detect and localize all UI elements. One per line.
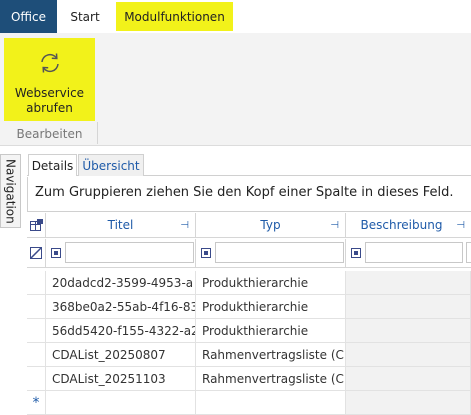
filter-row-clear[interactable] — [27, 239, 46, 268]
filter-cell-titel[interactable] — [46, 239, 196, 268]
new-row-cell-titel[interactable] — [46, 391, 196, 415]
navigation-pane-tab[interactable]: Navigation — [0, 154, 21, 228]
column-header-titel[interactable]: Titel ⊣ — [46, 213, 196, 238]
filter-input-next[interactable] — [466, 242, 471, 263]
cell-typ[interactable]: Rahmenvertragsliste (C — [196, 367, 346, 391]
column-chooser-button[interactable] — [27, 213, 46, 238]
tab-start[interactable]: Start — [57, 0, 113, 33]
new-row-indicator[interactable]: * — [27, 391, 46, 415]
column-header-typ[interactable]: Typ ⊣ — [196, 213, 346, 238]
row-indicator[interactable] — [27, 319, 46, 343]
filter-operator-icon[interactable] — [51, 248, 61, 258]
filter-input-beschreibung[interactable] — [365, 242, 463, 263]
tab-office[interactable]: Office — [0, 0, 57, 33]
webservice-button-label: Webservice abrufen — [14, 86, 85, 115]
cell-typ[interactable]: Produkthierarchie — [196, 271, 346, 295]
row-indicator[interactable] — [27, 367, 46, 391]
cell-titel[interactable]: 56dd5420-f155-4322-a2 — [46, 319, 196, 343]
cell-titel[interactable]: 368be0a2-55ab-4f16-83 — [46, 295, 196, 319]
filter-input-typ[interactable] — [215, 242, 344, 263]
tab-uebersicht[interactable]: Übersicht — [78, 154, 144, 176]
tab-details[interactable]: Details — [28, 154, 77, 176]
clear-filter-icon — [30, 247, 42, 259]
navigation-label: Navigation — [3, 158, 18, 224]
row-indicator[interactable] — [27, 271, 46, 295]
cell-beschreibung[interactable] — [346, 271, 471, 295]
cell-titel[interactable]: 20dadcd2-3599-4953-a — [46, 271, 196, 295]
column-header-beschreibung[interactable]: Beschreibung ⊣ — [346, 213, 471, 238]
column-chooser-icon — [29, 219, 43, 231]
pin-icon[interactable]: ⊣ — [330, 220, 339, 231]
pin-icon[interactable]: ⊣ — [456, 220, 465, 231]
ribbon-group-divider — [97, 122, 98, 144]
group-by-hint: Zum Gruppieren ziehen Sie den Kopf einer… — [35, 185, 454, 200]
cell-typ[interactable]: Produkthierarchie — [196, 319, 346, 343]
new-row-cell-typ[interactable] — [196, 391, 346, 415]
filter-cell-beschreibung[interactable] — [346, 239, 471, 268]
cell-typ[interactable]: Rahmenvertragsliste (C — [196, 343, 346, 367]
filter-operator-icon[interactable] — [351, 248, 361, 258]
column-header-beschreibung-label: Beschreibung — [360, 218, 443, 232]
column-header-typ-label: Typ — [260, 218, 281, 232]
cell-titel[interactable]: CDAList_20251103 — [46, 367, 196, 391]
filter-cell-typ[interactable] — [196, 239, 346, 268]
refresh-icon — [40, 53, 59, 73]
cell-beschreibung[interactable] — [346, 319, 471, 343]
row-indicator[interactable] — [27, 343, 46, 367]
row-indicator[interactable] — [27, 295, 46, 319]
cell-typ[interactable]: Produkthierarchie — [196, 295, 346, 319]
cell-beschreibung[interactable] — [346, 343, 471, 367]
cell-beschreibung[interactable] — [346, 295, 471, 319]
filter-operator-icon[interactable] — [201, 248, 211, 258]
cell-titel[interactable]: CDAList_20250807 — [46, 343, 196, 367]
filter-input-titel[interactable] — [65, 242, 194, 263]
tab-modulfunktionen[interactable]: Modulfunktionen — [116, 2, 233, 31]
column-header-titel-label: Titel — [107, 218, 134, 232]
cell-beschreibung[interactable] — [346, 367, 471, 391]
pin-icon[interactable]: ⊣ — [180, 220, 189, 231]
ribbon-group-label: Bearbeiten — [16, 127, 83, 141]
webservice-abrufen-button[interactable]: Webservice abrufen — [4, 38, 95, 121]
new-row-cell-beschreibung[interactable] — [346, 391, 471, 415]
